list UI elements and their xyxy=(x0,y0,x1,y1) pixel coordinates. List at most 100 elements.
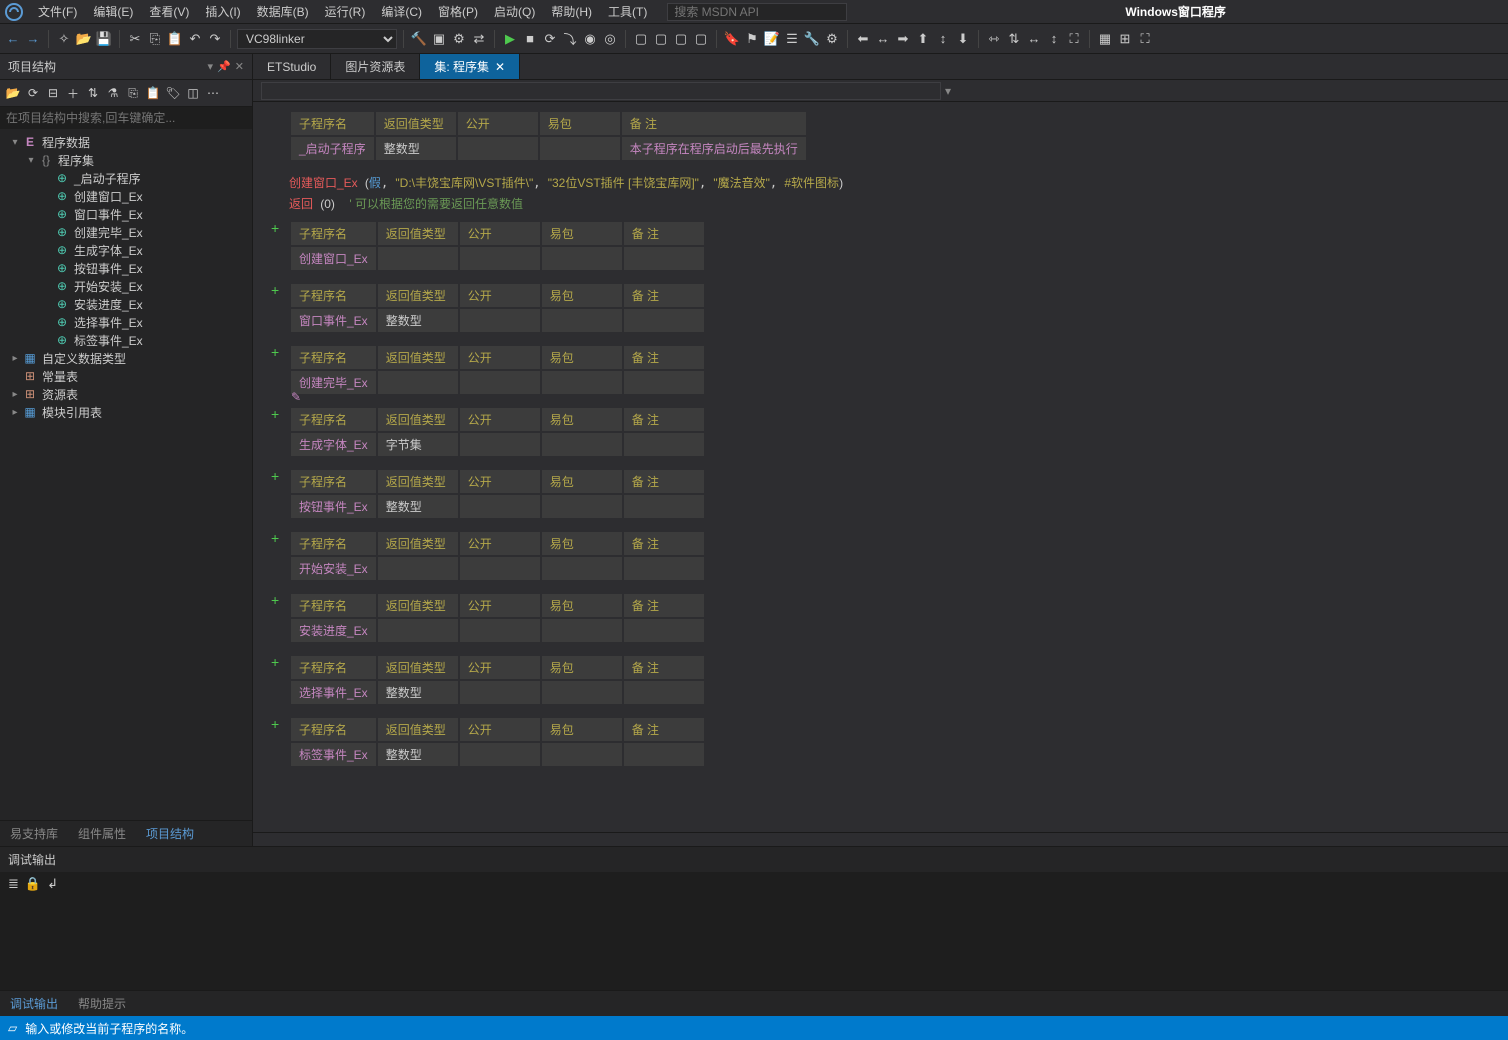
filter-icon[interactable]: ⚗ xyxy=(104,84,122,102)
collapse-icon[interactable]: ⊟ xyxy=(44,84,62,102)
gear-icon[interactable]: ⚙ xyxy=(823,30,841,48)
folder-open-icon[interactable]: 📂 xyxy=(4,84,22,102)
menu-item[interactable]: 数据库(B) xyxy=(249,0,317,24)
win2-icon[interactable]: ▢ xyxy=(652,30,670,48)
tree-item[interactable]: ⊕创建窗口_Ex xyxy=(0,187,252,205)
size2-icon[interactable]: ↕ xyxy=(1045,30,1063,48)
sidebar-search-input[interactable] xyxy=(0,107,252,129)
new-file-icon[interactable]: ✧ xyxy=(55,30,73,48)
subroutine-table[interactable]: 子程序名返回值类型公开易包备 注生成字体_Ex字节集 xyxy=(289,406,706,458)
replace-icon[interactable]: ⇄ xyxy=(470,30,488,48)
paste-tb-icon[interactable]: 📋 xyxy=(144,84,162,102)
subroutine-table[interactable]: 子程序名返回值类型公开易包备 注_启动子程序整数型本子程序在程序启动后最先执行 xyxy=(289,110,808,162)
tree-item[interactable]: ⊕窗口事件_Ex xyxy=(0,205,252,223)
expand-icon[interactable]: + xyxy=(271,344,279,360)
tree-item[interactable]: ▸⊞资源表 xyxy=(0,385,252,403)
paste-icon[interactable]: 📋 xyxy=(166,30,184,48)
close-icon[interactable]: ✕ xyxy=(235,60,244,73)
stop-icon[interactable]: ■ xyxy=(521,30,539,48)
expand-icon[interactable]: ⛶ xyxy=(1136,30,1154,48)
subroutine-table[interactable]: 子程序名返回值类型公开易包备 注创建完毕_Ex xyxy=(289,344,706,396)
menu-item[interactable]: 工具(T) xyxy=(600,0,655,24)
expand-icon[interactable]: + xyxy=(271,282,279,298)
more-icon[interactable]: ⋯ xyxy=(204,84,222,102)
expand-icon[interactable]: + xyxy=(271,530,279,546)
tree-item[interactable]: ⊞常量表 xyxy=(0,367,252,385)
grid1-icon[interactable]: ▦ xyxy=(1096,30,1114,48)
run-icon[interactable]: ▶ xyxy=(501,30,519,48)
expand-icon[interactable]: + xyxy=(271,654,279,670)
open-icon[interactable]: 📂 xyxy=(75,30,93,48)
expand-icon[interactable]: + xyxy=(271,468,279,484)
tree-item[interactable]: ▾{}程序集 xyxy=(0,151,252,169)
align3-icon[interactable]: ➡ xyxy=(894,30,912,48)
subroutine-table[interactable]: 子程序名返回值类型公开易包备 注选择事件_Ex整数型 xyxy=(289,654,706,706)
refresh-icon[interactable]: ⟳ xyxy=(24,84,42,102)
tree-item[interactable]: ⊕_启动子程序 xyxy=(0,169,252,187)
step-icon[interactable]: ⤵ xyxy=(561,30,579,48)
align5-icon[interactable]: ↕ xyxy=(934,30,952,48)
align6-icon[interactable]: ⬇ xyxy=(954,30,972,48)
menu-item[interactable]: 查看(V) xyxy=(141,0,197,24)
dropdown-icon[interactable]: ▾ xyxy=(945,84,951,98)
tree-item[interactable]: ⊕安装进度_Ex xyxy=(0,295,252,313)
tree-item[interactable]: ⊕创建完毕_Ex xyxy=(0,223,252,241)
dist1-icon[interactable]: ⇿ xyxy=(985,30,1003,48)
document-tab[interactable]: 集: 程序集✕ xyxy=(420,54,520,79)
cut-icon[interactable]: ✂ xyxy=(126,30,144,48)
hammer-icon[interactable]: 🔨 xyxy=(410,30,428,48)
copy-tb-icon[interactable]: ⎘ xyxy=(124,84,142,102)
wrap-icon[interactable]: ↲ xyxy=(47,876,58,892)
sidebar-tab[interactable]: 项目结构 xyxy=(136,821,204,846)
bookmark-icon[interactable]: 🔖 xyxy=(723,30,741,48)
note-icon[interactable]: 📝 xyxy=(763,30,781,48)
debug1-icon[interactable]: ◉ xyxy=(581,30,599,48)
output-tab[interactable]: 调试输出 xyxy=(0,991,68,1016)
menu-item[interactable]: 编辑(E) xyxy=(85,0,141,24)
subroutine-table[interactable]: 子程序名返回值类型公开易包备 注创建窗口_Ex xyxy=(289,220,706,272)
win4-icon[interactable]: ▢ xyxy=(692,30,710,48)
menu-item[interactable]: 窗格(P) xyxy=(430,0,486,24)
list-icon[interactable]: ☰ xyxy=(783,30,801,48)
expand-icon[interactable]: + xyxy=(271,406,279,422)
expand-icon[interactable]: + xyxy=(271,220,279,236)
tree-item[interactable]: ⊕选择事件_Ex xyxy=(0,313,252,331)
add-icon[interactable]: ＋ xyxy=(64,84,82,102)
subroutine-table[interactable]: 子程序名返回值类型公开易包备 注标签事件_Ex整数型 xyxy=(289,716,706,768)
horizontal-scrollbar[interactable] xyxy=(253,832,1508,846)
document-tab[interactable]: ETStudio xyxy=(253,54,331,79)
tool-icon[interactable]: ⚙ xyxy=(450,30,468,48)
menu-item[interactable]: 插入(I) xyxy=(197,0,248,24)
align2-icon[interactable]: ↔ xyxy=(874,30,892,48)
menu-item[interactable]: 帮助(H) xyxy=(543,0,600,24)
expand-icon[interactable]: + xyxy=(271,592,279,608)
grid2-icon[interactable]: ⊞ xyxy=(1116,30,1134,48)
back-icon[interactable]: ← xyxy=(4,30,22,48)
win1-icon[interactable]: ▢ xyxy=(632,30,650,48)
align4-icon[interactable]: ⬆ xyxy=(914,30,932,48)
copy-icon[interactable]: ⎘ xyxy=(146,30,164,48)
menu-item[interactable]: 启动(Q) xyxy=(486,0,543,24)
close-icon[interactable]: ✕ xyxy=(495,60,505,74)
subroutine-table[interactable]: 子程序名返回值类型公开易包备 注按钮事件_Ex整数型 xyxy=(289,468,706,520)
sidebar-tab[interactable]: 易支持库 xyxy=(0,821,68,846)
subroutine-table[interactable]: 子程序名返回值类型公开易包备 注安装进度_Ex xyxy=(289,592,706,644)
forward-icon[interactable]: → xyxy=(24,30,42,48)
win3-icon[interactable]: ▢ xyxy=(672,30,690,48)
expand-icon[interactable]: + xyxy=(271,716,279,732)
dropdown-icon[interactable]: ▾ xyxy=(208,60,214,73)
sort-icon[interactable]: ⇅ xyxy=(84,84,102,102)
redo-icon[interactable]: ↷ xyxy=(206,30,224,48)
wrench-icon[interactable]: 🔧 xyxy=(803,30,821,48)
menu-item[interactable]: 运行(R) xyxy=(317,0,374,24)
save-icon[interactable]: 💾 xyxy=(95,30,113,48)
restart-icon[interactable]: ⟳ xyxy=(541,30,559,48)
tree-item[interactable]: ⊕开始安装_Ex xyxy=(0,277,252,295)
pin-icon[interactable]: 📌 xyxy=(217,60,231,73)
clear-icon[interactable]: ≣ xyxy=(8,876,19,892)
flag-icon[interactable]: ⚑ xyxy=(743,30,761,48)
subroutine-table[interactable]: 子程序名返回值类型公开易包备 注窗口事件_Ex整数型 xyxy=(289,282,706,334)
document-tab[interactable]: 图片资源表 xyxy=(331,54,420,79)
size3-icon[interactable]: ⛶ xyxy=(1065,30,1083,48)
tree-item[interactable]: ⊕标签事件_Ex xyxy=(0,331,252,349)
